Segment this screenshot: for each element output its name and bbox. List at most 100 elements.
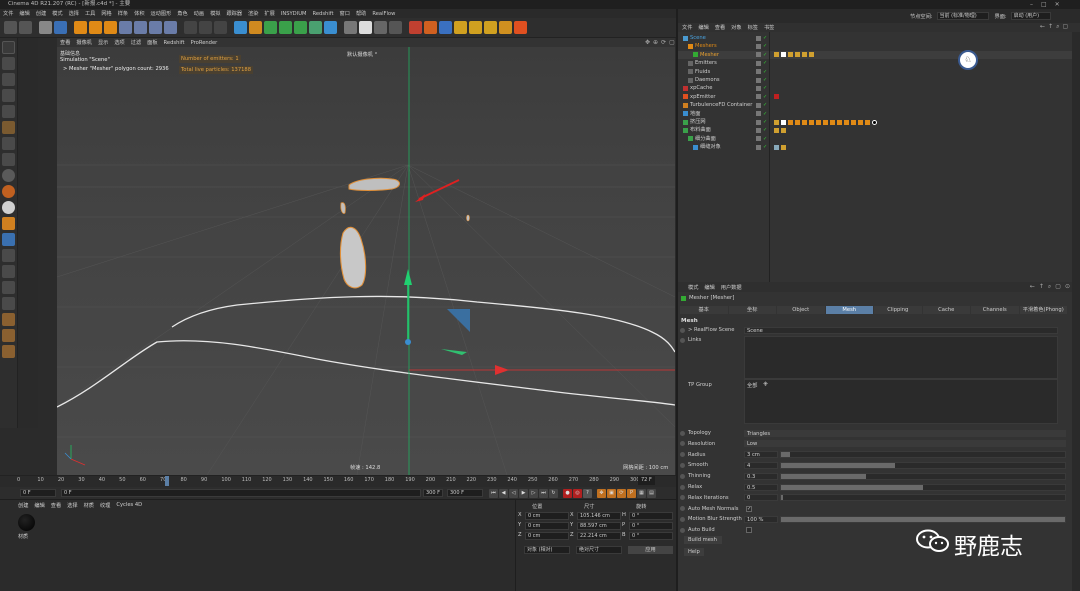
object-menu-3[interactable]: 对象	[731, 24, 741, 31]
param-slider[interactable]	[780, 461, 1066, 469]
light-icon[interactable]	[359, 21, 372, 34]
x-axis-icon[interactable]	[119, 21, 132, 34]
floor-icon[interactable]	[324, 21, 337, 34]
model-mode-icon[interactable]	[2, 41, 15, 54]
coord-size-field[interactable]: 22.214 cm	[577, 532, 621, 540]
timeline-cursor[interactable]	[165, 476, 170, 486]
material-menu-4[interactable]: 材质	[84, 502, 94, 509]
viewport-menu-0[interactable]: 查看	[60, 39, 70, 46]
menu-item-8[interactable]: 体积	[134, 10, 144, 17]
scale-icon[interactable]	[74, 21, 87, 34]
z-plane-handle[interactable]	[447, 309, 470, 332]
visibility-icon[interactable]	[756, 102, 761, 108]
render-settings-icon[interactable]	[214, 21, 227, 34]
scene-icon[interactable]	[499, 21, 512, 34]
render-region-icon[interactable]	[184, 21, 197, 34]
viewport-menu-7[interactable]: ProRender	[191, 40, 218, 46]
coord-size-dropdown[interactable]: 绝对尺寸	[576, 546, 622, 554]
maximize-icon[interactable]: □	[1041, 1, 1047, 8]
minimize-icon[interactable]: –	[1030, 1, 1033, 8]
enable-check-icon[interactable]: ✓	[763, 101, 767, 109]
apply-button[interactable]: 应用	[628, 546, 673, 554]
attr-settings-icon[interactable]: ⊙	[1065, 283, 1070, 291]
object-row[interactable]: Emitters ✓	[678, 59, 1072, 67]
deformer-icon[interactable]	[294, 21, 307, 34]
object-row[interactable]: Scene ✓	[678, 34, 1072, 42]
links-anim-dot[interactable]	[680, 337, 685, 343]
viewport-menu-5[interactable]: 面板	[147, 39, 157, 46]
object-tag-icon[interactable]	[788, 52, 793, 58]
menu-item-1[interactable]: 编辑	[19, 10, 29, 17]
param-field[interactable]: 100 %	[744, 515, 778, 523]
param-anim-dot[interactable]	[680, 495, 685, 501]
menu-item-11[interactable]: 动画	[194, 10, 204, 17]
enable-check-icon[interactable]: ✓	[763, 126, 767, 134]
param-field[interactable]: 0	[744, 494, 778, 502]
object-row[interactable]: xpEmitter ✓	[678, 93, 1072, 101]
object-tag-icon[interactable]	[774, 94, 779, 100]
array-icon[interactable]	[279, 21, 292, 34]
axis-mode-icon[interactable]	[2, 137, 15, 150]
undo-icon[interactable]	[4, 21, 17, 34]
visibility-icon[interactable]	[756, 136, 761, 142]
timeline-ruler[interactable]: 0 10 20 30 40 50 60 70 80 90 100 110 120 130 140 150 160…	[0, 475, 678, 487]
enable-check-icon[interactable]: ✓	[763, 135, 767, 143]
current-frame-field[interactable]: 0 F	[20, 489, 56, 497]
viewport-menu-4[interactable]: 过滤	[131, 39, 141, 46]
target-icon[interactable]	[484, 21, 497, 34]
enable-check-icon[interactable]: ✓	[763, 68, 767, 76]
right-scrollbar[interactable]	[1072, 32, 1080, 591]
param-anim-dot[interactable]	[680, 441, 685, 447]
object-tag-icon[interactable]	[802, 119, 807, 125]
material-menu-3[interactable]: 选择	[67, 502, 77, 509]
object-tag-icon[interactable]	[858, 119, 863, 125]
y-axis-handle[interactable]	[404, 269, 412, 285]
object-row[interactable]: Fluids ✓	[678, 68, 1072, 76]
menu-item-19[interactable]: 帮助	[356, 10, 366, 17]
object-tag-icon[interactable]	[823, 119, 828, 125]
param-anim-dot[interactable]	[680, 506, 685, 512]
object-tag-icon[interactable]	[844, 119, 849, 125]
start-frame-field[interactable]: 0 F	[61, 489, 421, 497]
up-icon[interactable]: ↑	[1048, 23, 1053, 32]
spline-icon-c[interactable]	[2, 345, 15, 358]
redshift-icon[interactable]	[409, 21, 422, 34]
attr-new-icon[interactable]: ▢	[1055, 283, 1061, 291]
menu-item-6[interactable]: 网格	[101, 10, 111, 17]
search-icon[interactable]: ⌕	[1056, 23, 1059, 32]
help-button[interactable]: Help	[684, 548, 704, 556]
object-row[interactable]: Mesher ✓	[678, 50, 1072, 59]
menu-item-10[interactable]: 角色	[177, 10, 187, 17]
edges-mode-icon[interactable]	[2, 89, 15, 102]
menu-item-13[interactable]: 跟踪器	[226, 10, 242, 17]
attr-up-icon[interactable]: ↑	[1039, 283, 1044, 291]
polygons-mode-icon[interactable]	[2, 105, 15, 118]
param-field[interactable]: 0.3	[744, 472, 778, 480]
visibility-icon[interactable]	[756, 35, 761, 41]
object-row[interactable]: xpCache ✓	[678, 84, 1072, 92]
param-field[interactable]: 3 cm	[744, 451, 778, 459]
y-axis-icon[interactable]	[134, 21, 147, 34]
menu-item-12[interactable]: 模拟	[210, 10, 220, 17]
world-icon[interactable]	[164, 21, 177, 34]
attr-lock-icon[interactable]: ⌕	[1048, 283, 1051, 291]
tab-0[interactable]: 基本	[680, 306, 728, 314]
brush-icon[interactable]	[2, 281, 15, 294]
coord-pos-field[interactable]: 0 cm	[525, 532, 569, 540]
visibility-icon[interactable]	[756, 127, 761, 133]
object-row[interactable]: 布料曲面 ✓	[678, 126, 1072, 134]
object-row[interactable]: Daemons ✓	[678, 76, 1072, 84]
enable-check-icon[interactable]: ✓	[763, 118, 767, 126]
object-menu-1[interactable]: 编辑	[698, 24, 708, 31]
play-back-icon[interactable]: ◁	[509, 488, 518, 498]
object-tag-icon[interactable]	[795, 119, 800, 125]
realflow-anim-dot[interactable]	[680, 327, 685, 333]
menu-item-4[interactable]: 选择	[69, 10, 79, 17]
menu-item-0[interactable]: 文件	[3, 10, 13, 17]
param-anim-dot[interactable]	[680, 462, 685, 468]
enable-check-icon[interactable]: ✓	[763, 59, 767, 67]
solo-icon[interactable]	[2, 265, 15, 278]
pan-icon[interactable]: ✥	[645, 39, 650, 47]
rf-icon[interactable]	[424, 21, 437, 34]
autokey-icon[interactable]: ◎	[573, 488, 582, 498]
